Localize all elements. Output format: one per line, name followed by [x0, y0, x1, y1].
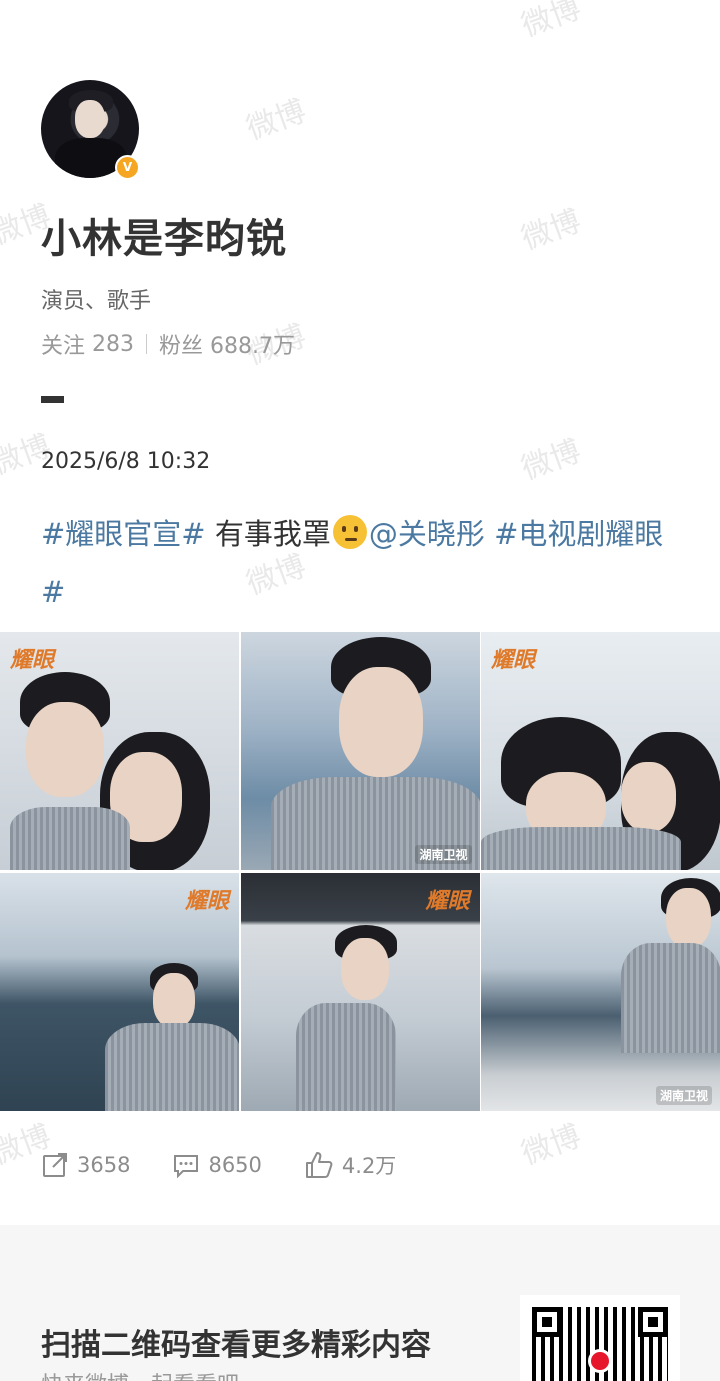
post-actions: 3658 8650 4.2万 — [41, 1150, 438, 1180]
post-image[interactable]: 湖南卫视 — [240, 632, 480, 870]
drama-logo: 耀眼 — [184, 889, 229, 914]
qr-footer: 扫描二维码查看更多精彩内容 快来微博一起看看吧 — [0, 1225, 720, 1381]
post-image[interactable]: 耀眼 — [481, 632, 720, 870]
profile-bio: 演员、歌手 — [41, 289, 152, 314]
channel-watermark: 湖南卫视 — [655, 1086, 712, 1105]
thinking-face-emoji-icon — [332, 515, 367, 549]
comment-icon — [174, 1155, 199, 1179]
following-count[interactable]: 283 — [92, 332, 134, 357]
drama-logo: 耀眼 — [491, 648, 536, 673]
post-image[interactable]: 耀眼 — [0, 873, 239, 1111]
post-text: 有事我罩 — [205, 517, 331, 551]
footer-subtitle: 快来微博一起看看吧 — [41, 1367, 239, 1381]
divider — [146, 334, 148, 354]
followers-label: 粉丝 — [159, 334, 204, 359]
comment-button[interactable]: 8650 — [172, 1151, 262, 1179]
comment-count: 8650 — [208, 1153, 262, 1177]
like-icon — [305, 1152, 333, 1178]
section-divider — [41, 396, 64, 403]
followers-count[interactable]: 688.7万 — [210, 328, 295, 360]
following-label: 关注 — [41, 334, 86, 359]
hashtag-link[interactable]: #耀眼官宣# — [41, 517, 206, 551]
verified-badge-icon: V — [115, 155, 140, 180]
post-image[interactable]: 耀眼 — [240, 873, 480, 1111]
repost-icon — [43, 1153, 67, 1177]
like-count: 4.2万 — [341, 1154, 397, 1178]
mention-link[interactable]: @关晓彤 — [369, 517, 485, 551]
watermark: 微博 — [517, 0, 586, 44]
weibo-logo-icon — [588, 1349, 612, 1373]
qr-code — [520, 1295, 680, 1381]
footer-title: 扫描二维码查看更多精彩内容 — [41, 1328, 431, 1363]
repost-count: 3658 — [77, 1153, 131, 1177]
watermark: 微博 — [517, 203, 586, 257]
watermark: 微博 — [517, 1118, 586, 1172]
watermark: 微博 — [517, 433, 586, 487]
follow-stats: 关注 283 粉丝 688.7万 — [41, 328, 295, 360]
channel-watermark: 湖南卫视 — [415, 845, 472, 864]
post-date: 2025/6/8 10:32 — [41, 449, 211, 474]
post-image[interactable]: 耀眼 — [0, 632, 239, 870]
post-image[interactable]: 湖南卫视 — [481, 873, 720, 1111]
drama-logo: 耀眼 — [425, 889, 470, 914]
post-content: #耀眼官宣# 有事我罩 @关晓彤 #电视剧耀眼# — [41, 505, 681, 621]
profile-name[interactable]: 小林是李昀锐 — [41, 206, 287, 264]
like-button[interactable]: 4.2万 — [304, 1150, 396, 1180]
image-grid: 耀眼 湖南卫视 耀眼 耀眼 耀眼 湖南卫视 — [0, 632, 720, 1111]
repost-button[interactable]: 3658 — [41, 1151, 130, 1179]
drama-logo: 耀眼 — [10, 648, 55, 673]
watermark: 微博 — [242, 93, 311, 147]
